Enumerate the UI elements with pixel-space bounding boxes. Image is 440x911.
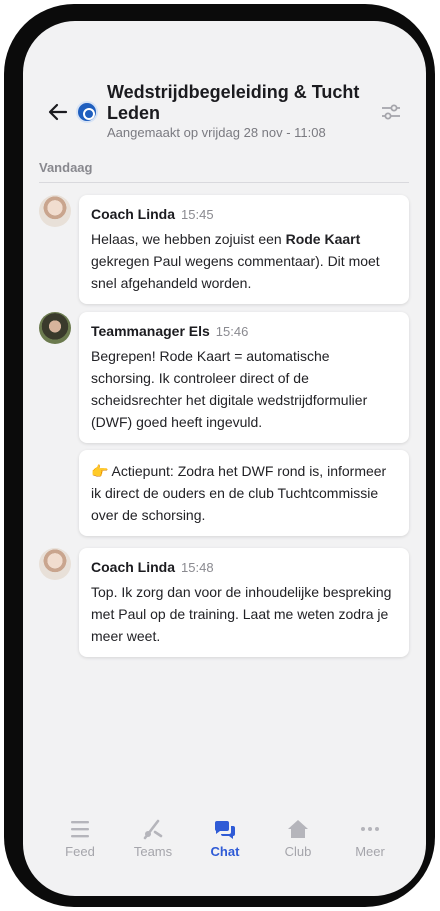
day-divider [39,182,409,183]
message-text: Helaas, we hebben zojuist een Rode Kaart… [91,231,380,291]
message-text: Begrepen! Rode Kaart = automatische scho… [91,348,368,430]
more-dots-icon [361,827,379,831]
message-author: Coach Linda [91,559,176,575]
tab-teams[interactable]: Teams [123,818,183,859]
tab-chat[interactable]: Chat [195,818,255,859]
message-author: Teammanager Els [91,323,210,339]
message-time: 15:46 [215,324,249,339]
message-text: 👉 Actiepunt: Zodra het DWF rond is, info… [91,463,387,523]
bottom-tab-bar: Feed Teams Chat Club Meer [23,801,426,896]
avatar[interactable] [39,312,71,344]
avatar[interactable] [39,548,71,580]
whistle-icon [143,819,163,840]
tab-label: Club [284,844,312,859]
message-time: 15:45 [181,207,214,222]
tab-feed[interactable]: Feed [50,818,110,859]
message-time: 15:48 [181,560,214,575]
tab-label: Meer [355,844,385,859]
message-bubble[interactable]: 👉 Actiepunt: Zodra het DWF rond is, info… [79,450,409,536]
message-bold-text: Rode Kaart [285,231,361,247]
tab-meer[interactable]: Meer [340,818,400,859]
tab-label: Chat [210,844,240,859]
message-bubble[interactable]: Teammanager Els 15:46 Begrepen! Rode Kaar… [79,312,409,443]
club-logo-icon [76,101,98,123]
tab-club[interactable]: Club [268,818,328,859]
avatar[interactable] [39,195,71,227]
home-icon [288,820,308,838]
chat-screen: Wedstrijdbegeleiding & Tucht Leden Aange… [23,21,426,896]
message-text: Top. Ik zorg dan voor de inhoudelijke be… [91,584,392,644]
feed-icon [71,821,89,838]
settings-sliders-icon[interactable] [381,104,401,120]
back-arrow-icon[interactable] [47,101,69,123]
day-separator-label: Vandaag [39,160,93,175]
chat-header: Wedstrijdbegeleiding & Tucht Leden Aange… [23,21,426,151]
tab-label: Teams [133,844,173,859]
message-author: Coach Linda [91,206,176,222]
chat-title: Wedstrijdbegeleiding & Tucht Leden [107,82,360,123]
tab-label: Feed [65,844,95,859]
chat-bubbles-icon [214,821,235,839]
message-bubble[interactable]: Coach Linda 15:45 Helaas, we hebben zojui… [79,195,409,304]
message-bubble[interactable]: Coach Linda 15:48 Top. Ik zorg dan voor d… [79,548,409,657]
chat-subtitle: Aangemaakt op vrijdag 28 nov - 11:08 [107,125,326,140]
phone-frame: Wedstrijdbegeleiding & Tucht Leden Aange… [4,4,435,907]
